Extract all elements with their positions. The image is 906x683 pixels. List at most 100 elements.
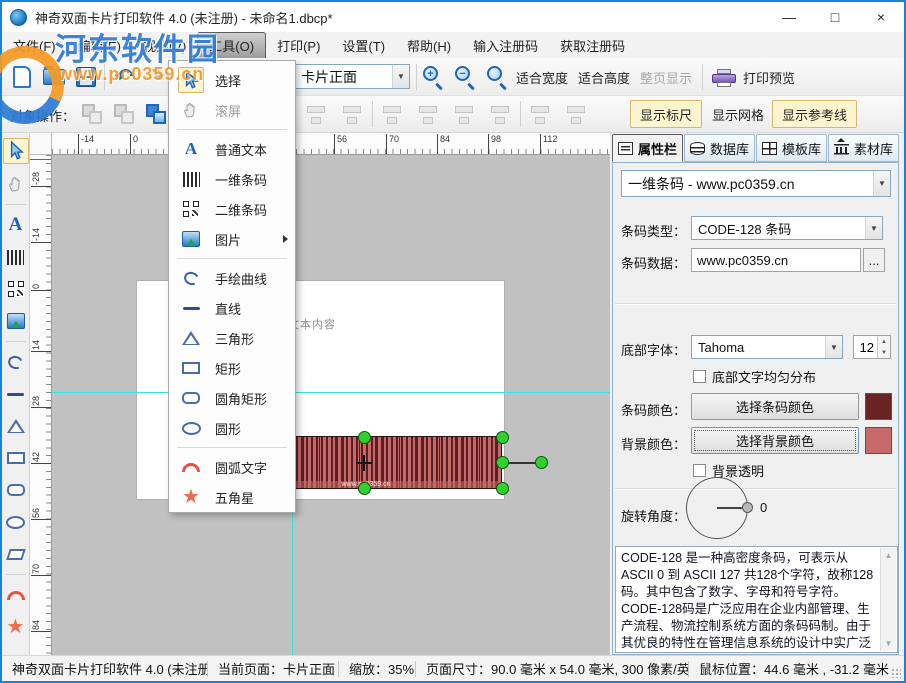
undo-button[interactable]: ↶ <box>110 63 138 91</box>
fit-width-label: 适合宽度 <box>516 68 568 87</box>
show-ruler-toggle[interactable]: 显示标尺 <box>630 100 702 128</box>
close-button[interactable]: × <box>858 2 904 32</box>
barcode-type-dropdown[interactable]: CODE-128 条码 ▼ <box>691 216 883 240</box>
menu-enter-regcode[interactable]: 输入注册码 <box>462 32 549 58</box>
tool-text[interactable]: A <box>3 213 29 237</box>
menu-view[interactable]: 视图(V) <box>132 32 197 58</box>
submenu-arrow-icon <box>283 235 288 243</box>
menu-get-regcode[interactable]: 获取注册码 <box>549 32 636 58</box>
page-selector-dropdown[interactable]: 卡片正面 ▼ <box>294 64 410 89</box>
menu-item-triangle[interactable]: 三角形 <box>169 323 295 353</box>
show-guides-toggle[interactable]: 显示参考线 <box>772 100 857 128</box>
object-selector-value: 一维条码 - www.pc0359.cn <box>622 174 873 194</box>
scroll-down-icon[interactable]: ▼ <box>881 639 896 648</box>
resize-handle-bottom-right[interactable] <box>496 482 509 495</box>
menu-item-freehand[interactable]: 手绘曲线 <box>169 263 295 293</box>
menu-item-label: 一维条码 <box>215 170 267 189</box>
design-canvas[interactable]: 文本内容 www.pc0359.cn <box>52 155 610 655</box>
tab-materials[interactable]: 素材库 <box>828 134 899 162</box>
save-button[interactable] <box>72 63 100 91</box>
tool-rounded-rectangle[interactable] <box>3 478 29 502</box>
zoom-out-icon: − <box>455 66 477 88</box>
tool-pan[interactable] <box>3 172 29 196</box>
tool-arc-text[interactable] <box>3 583 29 607</box>
font-size-spinner[interactable]: 12 ▲▼ <box>853 335 891 359</box>
object-selector-dropdown[interactable]: 一维条码 - www.pc0359.cn ▼ <box>621 170 891 197</box>
barcode-data-input[interactable]: www.pc0359.cn <box>691 248 861 272</box>
minimize-button[interactable]: — <box>766 2 812 32</box>
tool-image[interactable] <box>3 309 29 333</box>
dial-knob[interactable] <box>742 502 753 513</box>
choose-bg-color-button[interactable]: 选择背景颜色 <box>691 427 859 454</box>
spin-down-icon[interactable]: ▼ <box>878 347 890 358</box>
menu-item-rectangle[interactable]: 矩形 <box>169 353 295 383</box>
resize-handle-right[interactable] <box>496 456 509 469</box>
tab-database[interactable]: 数据库 <box>684 134 755 162</box>
menu-item-rounded-rectangle[interactable]: 圆角矩形 <box>169 383 295 413</box>
tool-rectangle[interactable] <box>3 446 29 470</box>
menu-item-arc-text[interactable]: 圆弧文字 <box>169 452 295 482</box>
redo-button[interactable]: ↷ <box>142 63 170 91</box>
status-mouse-position: 鼠标位置：44.6 毫米 , -31.2 毫米 <box>689 659 899 678</box>
tool-triangle[interactable] <box>3 414 29 438</box>
show-grid-toggle[interactable]: 显示网格 <box>702 100 774 128</box>
bottom-font-dropdown[interactable]: Tahoma ▼ <box>691 335 843 359</box>
tool-ellipse[interactable] <box>3 510 29 534</box>
rotation-handle[interactable] <box>535 456 548 469</box>
menu-item-line[interactable]: 直线 <box>169 293 295 323</box>
menu-item-star[interactable]: ★ 五角星 <box>169 482 295 512</box>
zoom-in-button[interactable]: + <box>420 63 448 91</box>
maximize-button[interactable]: □ <box>812 2 858 32</box>
bg-transparent-checkbox[interactable]: 背景透明 <box>693 461 764 480</box>
tab-properties[interactable]: 属性栏 <box>612 134 683 162</box>
tool-barcode-1d[interactable] <box>3 245 29 269</box>
scroll-up-icon[interactable]: ▲ <box>881 551 896 560</box>
star-icon: ★ <box>7 617 25 637</box>
menu-item-barcode-2d[interactable]: 二维条码 <box>169 194 295 224</box>
menu-item-select[interactable]: 选择 <box>169 65 295 95</box>
menu-help[interactable]: 帮助(H) <box>396 32 462 58</box>
menu-print[interactable]: 打印(P) <box>266 32 331 58</box>
tool-select[interactable] <box>3 138 29 164</box>
resize-grip[interactable] <box>891 668 901 678</box>
align-middle-button <box>450 101 478 129</box>
order-objects-button[interactable] <box>142 100 170 128</box>
menu-tools[interactable]: 工具(O) <box>197 32 266 58</box>
menu-item-image[interactable]: 图片 <box>169 224 295 254</box>
arc-text-icon <box>7 591 25 600</box>
tool-barcode-2d[interactable] <box>3 277 29 301</box>
menu-file[interactable]: 文件(F) <box>2 32 67 58</box>
align-right-icon <box>340 104 364 126</box>
tool-line[interactable] <box>3 382 29 406</box>
choose-bar-color-button[interactable]: 选择条码颜色 <box>691 393 859 420</box>
checkbox-box[interactable] <box>693 464 706 477</box>
zoom-out-button[interactable]: − <box>452 63 480 91</box>
panel-body: 一维条码 - www.pc0359.cn ▼ 条码类型： CODE-128 条码… <box>612 162 899 655</box>
even-distribution-checkbox[interactable]: 底部文字均匀分布 <box>693 367 816 386</box>
zoom-reset-button[interactable] <box>484 63 512 91</box>
menu-settings[interactable]: 设置(T) <box>331 32 396 58</box>
open-file-button[interactable] <box>40 63 68 91</box>
checkbox-box[interactable] <box>693 370 706 383</box>
menu-item-barcode-1d[interactable]: 一维条码 <box>169 164 295 194</box>
spinner-arrows[interactable]: ▲▼ <box>877 336 890 358</box>
tool-freehand[interactable] <box>3 350 29 374</box>
spin-up-icon[interactable]: ▲ <box>878 336 890 347</box>
tab-templates[interactable]: 模板库 <box>756 134 827 162</box>
menu-item-ellipse[interactable]: 圆形 <box>169 413 295 443</box>
resize-handle-top-right[interactable] <box>496 431 509 444</box>
fit-width-button[interactable]: 适合宽度 <box>516 68 568 87</box>
resize-handle-bottom[interactable] <box>358 482 371 495</box>
resize-handle-top[interactable] <box>358 431 371 444</box>
new-file-button[interactable] <box>8 63 36 91</box>
scrollbar[interactable]: ▲ ▼ <box>880 548 896 651</box>
menu-item-text[interactable]: A 普通文本 <box>169 134 295 164</box>
menu-edit[interactable]: 编辑(E) <box>67 32 132 58</box>
status-zoom: 缩放：35% <box>339 659 415 678</box>
tool-parallelogram[interactable] <box>3 542 29 566</box>
horizontal-guide-line[interactable] <box>52 392 610 393</box>
fit-height-button[interactable]: 适合高度 <box>578 68 630 87</box>
browse-data-button[interactable]: ... <box>863 248 885 272</box>
print-preview-button[interactable]: 打印预览 <box>712 68 795 87</box>
tool-star[interactable]: ★ <box>3 615 29 639</box>
